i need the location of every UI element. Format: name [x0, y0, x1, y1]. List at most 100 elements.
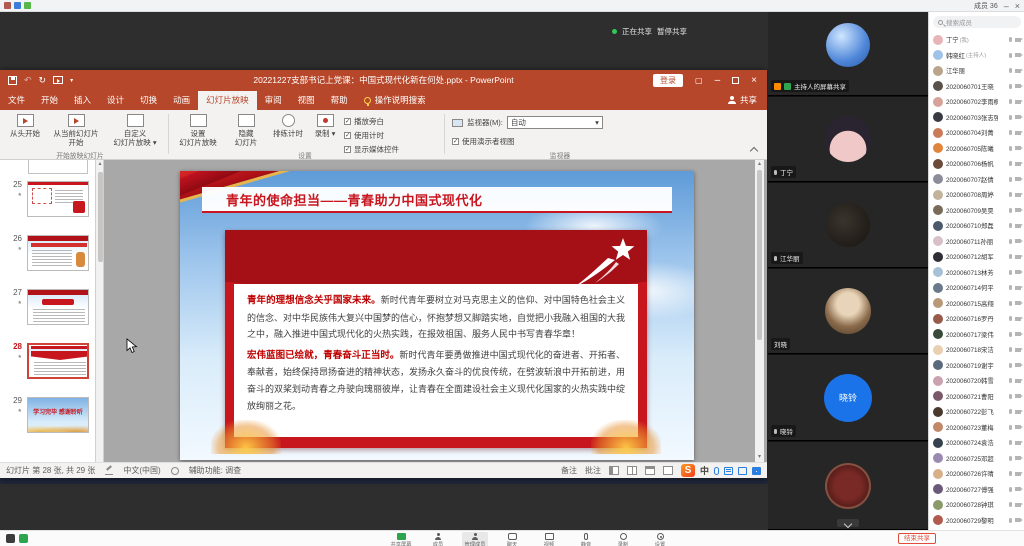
participant-row[interactable]: 2020060712胡军 [929, 249, 1024, 265]
ribbon-tab[interactable]: 审阅 [257, 91, 290, 110]
slide-sorter-view-icon[interactable] [627, 466, 637, 475]
notes-button[interactable]: 备注 [561, 465, 577, 476]
mic-icon[interactable] [1009, 270, 1012, 275]
comments-button[interactable]: 批注 [585, 465, 601, 476]
camera-icon[interactable] [1015, 115, 1021, 119]
video-tile[interactable]: 江华丽 [768, 183, 928, 268]
undo-icon[interactable]: ↶ [24, 75, 32, 86]
toolbar-item[interactable]: 共享屏幕 [388, 532, 414, 546]
collapse-video-list-button[interactable] [837, 519, 859, 527]
ribbon-tab[interactable]: 设计 [99, 91, 132, 110]
scroll-down-icon[interactable]: ▾ [755, 453, 764, 462]
camera-icon[interactable] [1015, 472, 1021, 476]
slide-thumbnail-panel[interactable]: 25★ 26★ [0, 160, 96, 462]
ribbon-tab[interactable]: 文件 [0, 91, 33, 110]
mic-icon[interactable] [1009, 223, 1012, 228]
scroll-up-icon[interactable]: ▴ [755, 160, 764, 169]
participant-row[interactable]: 2020060710郑磊 [929, 218, 1024, 234]
camera-icon[interactable] [1015, 131, 1021, 135]
camera-icon[interactable] [1015, 348, 1021, 352]
mic-icon[interactable] [1009, 409, 1012, 414]
mic-icon[interactable] [1009, 347, 1012, 352]
mic-icon[interactable] [1009, 161, 1012, 166]
camera-icon[interactable] [1015, 394, 1021, 398]
camera-icon[interactable] [1015, 208, 1021, 212]
from-beginning-button[interactable]: 从头开始 [4, 113, 46, 153]
camera-icon[interactable] [1015, 84, 1021, 88]
mic-icon[interactable] [1009, 316, 1012, 321]
search-input[interactable]: 搜索成员 [933, 16, 1021, 28]
mic-icon[interactable] [1009, 84, 1012, 89]
camera-icon[interactable] [1015, 239, 1021, 243]
mic-icon[interactable] [1009, 146, 1012, 151]
tell-me-search[interactable]: 操作说明搜索 [356, 91, 434, 110]
participant-row[interactable]: 2020060706杨帆 [929, 156, 1024, 172]
camera-icon[interactable] [1015, 193, 1021, 197]
pen-icon[interactable] [105, 467, 113, 475]
participant-row[interactable]: 2020060714何平 [929, 280, 1024, 296]
slide-thumbnail-25[interactable]: 25★ [0, 180, 96, 220]
participant-row[interactable]: 2020060729黎明 [929, 513, 1024, 529]
camera-icon[interactable] [1015, 146, 1021, 150]
mic-icon[interactable] [1009, 471, 1012, 476]
participant-row[interactable]: 2020060719谢宇 [929, 358, 1024, 374]
slide-thumbnail-26[interactable]: 26★ [0, 234, 96, 274]
mic-icon[interactable] [1009, 99, 1012, 104]
participant-row[interactable]: 2020060721曹阳 [929, 389, 1024, 405]
language-indicator[interactable]: 中文(中国) [123, 465, 160, 476]
minimize-button[interactable]: – [715, 75, 721, 86]
participant-row[interactable]: 2020060723董梅 [929, 420, 1024, 436]
restore-button[interactable] [732, 77, 739, 84]
mic-icon[interactable] [1009, 68, 1012, 73]
camera-icon[interactable] [1015, 224, 1021, 228]
mic-icon[interactable] [1009, 301, 1012, 306]
participant-row[interactable]: 2020060709吴昊 [929, 203, 1024, 219]
ribbon-tab[interactable]: 切换 [132, 91, 165, 110]
participant-row[interactable]: 2020060708周婷 [929, 187, 1024, 203]
toolbar-item[interactable]: 录制 [610, 532, 636, 546]
login-button[interactable]: 登录 [653, 74, 683, 87]
ribbon-tab[interactable]: 帮助 [323, 91, 356, 110]
camera-icon[interactable] [1015, 317, 1021, 321]
camera-icon[interactable] [1015, 518, 1021, 522]
camera-icon[interactable] [1015, 69, 1021, 73]
close-button[interactable]: × [751, 75, 757, 86]
participant-row[interactable]: 2020060711孙丽 [929, 234, 1024, 250]
ppt-title-bar[interactable]: ↶ ↻ ▾ 20221227支部书记上党课：中国式现代化新在何处.pptx - … [0, 70, 767, 90]
monitor-dropdown[interactable]: 自动 ▾ [507, 116, 603, 129]
ime-toolbox-icon[interactable] [738, 467, 747, 475]
participant-row[interactable]: 2020060703张志强 [929, 110, 1024, 126]
ribbon-tab[interactable]: 幻灯片放映 [198, 91, 257, 110]
ribbon-tab[interactable]: 视图 [290, 91, 323, 110]
camera-icon[interactable] [1015, 363, 1021, 367]
video-tile[interactable]: 丁宁 [768, 97, 928, 182]
current-slide[interactable]: 青年的使命担当——青春助力中国式现代化 青年的理想信念关 [180, 171, 694, 460]
mic-icon[interactable] [1009, 487, 1012, 492]
mic-icon[interactable] [1009, 239, 1012, 244]
video-tile[interactable]: 主持人的屏幕共享 [768, 12, 928, 96]
hide-slide-button[interactable]: 隐藏幻灯片 [226, 113, 266, 153]
participant-row[interactable]: 2020060717梁伟 [929, 327, 1024, 343]
participant-row[interactable]: 2020060727傅强 [929, 482, 1024, 498]
participant-row[interactable]: 2020060713林芳 [929, 265, 1024, 281]
participant-row[interactable]: 江华丽 [929, 63, 1024, 79]
thumbnail-scrollbar[interactable]: ▴ [96, 160, 104, 462]
close-button[interactable]: × [1015, 1, 1020, 11]
camera-icon[interactable] [1015, 53, 1021, 57]
toolbar-item[interactable]: 视频 [536, 532, 562, 546]
save-icon[interactable] [8, 76, 17, 85]
camera-icon[interactable] [1015, 410, 1021, 414]
video-tile[interactable]: 刘晓 [768, 269, 928, 354]
slide-thumbnail-29[interactable]: 29★ 学习完毕 感谢聆听 [0, 396, 96, 436]
slide-scrollbar[interactable]: ▴ ▾ [755, 160, 764, 462]
toolbar-item[interactable]: 聊天 [499, 532, 525, 546]
participant-row[interactable]: 2020060705陈曦 [929, 141, 1024, 157]
video-tile[interactable] [768, 442, 928, 530]
record-button[interactable]: 录制 ▾ [310, 113, 340, 153]
mic-icon[interactable] [1009, 332, 1012, 337]
custom-slideshow-button[interactable]: 自定义幻灯片放映 ▾ [106, 113, 164, 153]
participant-row[interactable]: 2020060728钟琪 [929, 497, 1024, 513]
mic-icon[interactable] [1009, 378, 1012, 383]
mic-icon[interactable] [1009, 456, 1012, 461]
participant-row[interactable]: 韩晓红 (主持人) [929, 48, 1024, 64]
